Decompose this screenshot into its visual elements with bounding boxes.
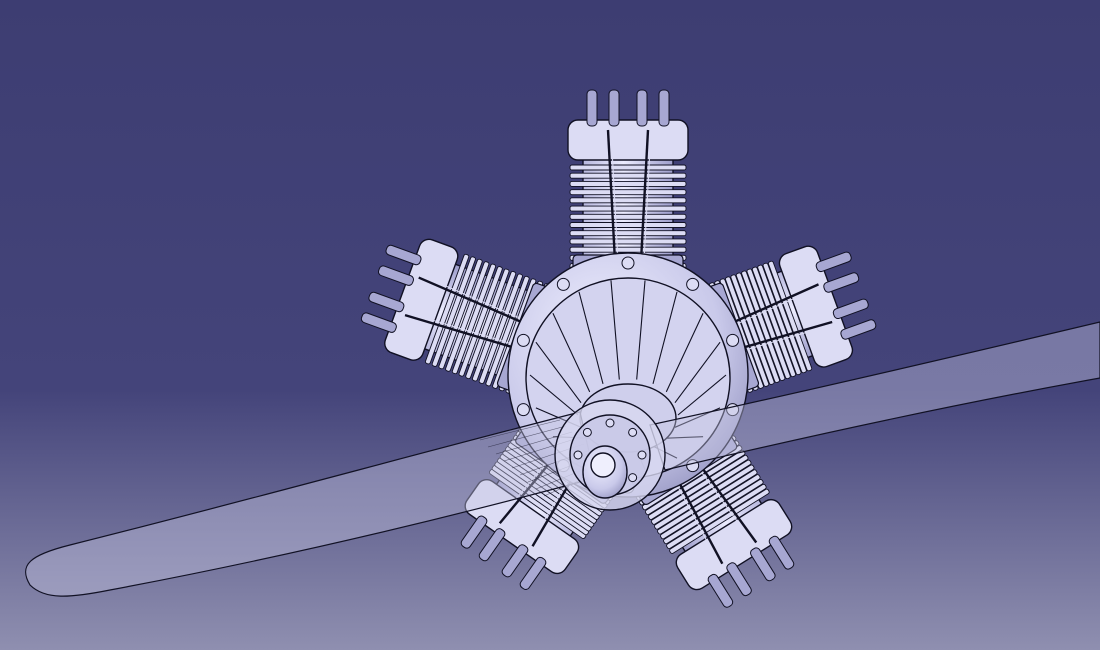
hub-bolt: [628, 473, 638, 483]
radial-engine-scene[interactable]: [0, 0, 1100, 650]
hub-bolt: [605, 418, 615, 428]
bolt: [516, 403, 530, 417]
bolt: [621, 256, 635, 270]
bolt: [516, 333, 530, 347]
bolt: [556, 277, 570, 291]
bolt: [726, 333, 740, 347]
hub-bolt: [637, 450, 647, 460]
hub-bolt: [628, 427, 638, 437]
propeller-hub: [554, 399, 666, 511]
hub-bolt: [573, 450, 583, 460]
3d-viewport[interactable]: [0, 0, 1100, 650]
bolt: [686, 277, 700, 291]
hub-bolt: [582, 427, 592, 437]
